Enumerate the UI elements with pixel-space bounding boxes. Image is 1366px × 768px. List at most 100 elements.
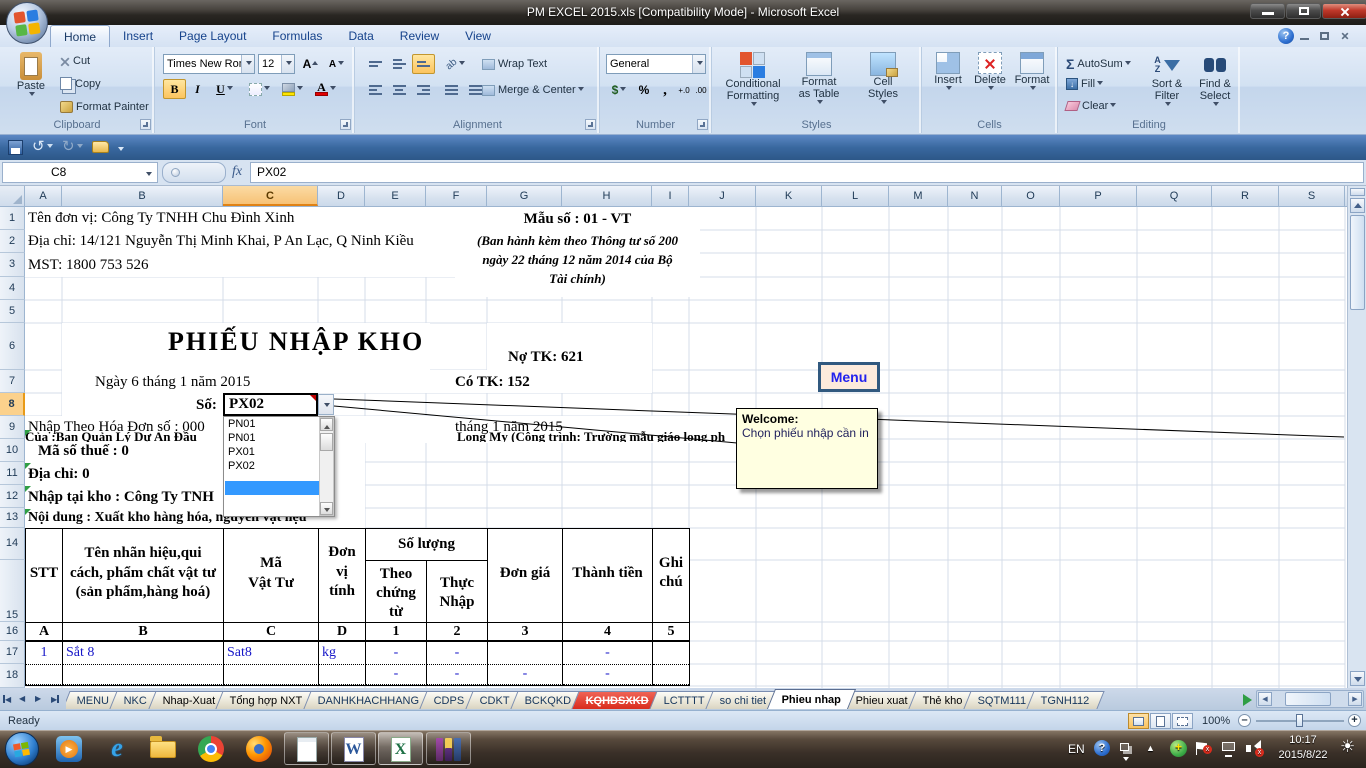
column-header-g[interactable]: G xyxy=(487,186,562,206)
row-header-13[interactable]: 13 xyxy=(0,508,25,528)
row-header-3[interactable]: 3 xyxy=(0,253,25,277)
menu-button[interactable]: Menu xyxy=(818,362,880,392)
cell-styles-button[interactable]: Cell Styles xyxy=(852,52,914,107)
column-header-c[interactable]: C xyxy=(223,186,318,206)
network-tray-icon[interactable] xyxy=(1222,740,1235,757)
show-hidden-icons-button[interactable]: ▲ xyxy=(1146,743,1155,753)
font-name-combo[interactable]: Times New Rom xyxy=(163,54,255,74)
align-left-button[interactable] xyxy=(364,80,387,100)
decrease-decimal-button[interactable]: .00 xyxy=(693,80,709,100)
zoom-in-button[interactable]: + xyxy=(1348,714,1361,727)
tab-insert[interactable]: Insert xyxy=(110,25,166,47)
font-size-combo[interactable]: 12 xyxy=(258,54,295,74)
redo-button[interactable]: ↻ xyxy=(62,137,83,155)
view-page-break-button[interactable] xyxy=(1172,713,1193,729)
table-cell-stt[interactable] xyxy=(26,665,63,685)
orientation-button[interactable]: ab xyxy=(440,54,471,74)
horizontal-scrollbar[interactable]: ◀ ▶ xyxy=(1256,690,1364,708)
scroll-left-button[interactable]: ◀ xyxy=(1258,692,1272,706)
scroll-up-button[interactable] xyxy=(1350,198,1365,213)
format-as-table-button[interactable]: Format as Table xyxy=(788,52,850,107)
row-header-11[interactable]: 11 xyxy=(0,462,25,485)
table-cell-amount[interactable]: - xyxy=(563,642,653,665)
row-header-18[interactable]: 18 xyxy=(0,664,25,688)
table-cell-stt[interactable]: 1 xyxy=(26,642,63,665)
antivirus-tray-icon[interactable]: + xyxy=(1170,740,1187,757)
split-handle[interactable] xyxy=(1350,188,1365,196)
dropdown-item[interactable]: PN01 xyxy=(224,431,334,445)
dropdown-item[interactable]: PX01 xyxy=(224,445,334,459)
format-cells-button[interactable]: Format xyxy=(1012,52,1052,93)
tab-view[interactable]: View xyxy=(452,25,504,47)
row-header-10[interactable]: 10 xyxy=(0,439,25,462)
action-center-tray-icon[interactable]: x xyxy=(1196,739,1207,753)
column-header-a[interactable]: A xyxy=(25,186,62,206)
view-page-layout-button[interactable] xyxy=(1150,713,1171,729)
taskbar-wmp-button[interactable]: ▶ xyxy=(56,736,82,762)
table-cell-qty-doc[interactable]: - xyxy=(366,665,427,685)
grow-font-button[interactable]: A xyxy=(298,54,323,74)
tab-home[interactable]: Home xyxy=(50,25,110,47)
column-header-o[interactable]: O xyxy=(1002,186,1060,206)
workbook-restore-button[interactable] xyxy=(1320,30,1336,42)
underline-button[interactable]: U xyxy=(209,79,240,99)
workbook-minimize-button[interactable] xyxy=(1300,30,1316,42)
cell-dropdown-button[interactable] xyxy=(318,394,334,415)
column-header-k[interactable]: K xyxy=(756,186,822,206)
autosum-button[interactable]: ΣAutoSum xyxy=(1066,56,1131,72)
font-dialog-launcher[interactable] xyxy=(340,119,351,130)
column-header-m[interactable]: M xyxy=(889,186,948,206)
formula-input[interactable]: PX02 xyxy=(250,162,1364,183)
next-sheet-button[interactable]: ▶ xyxy=(35,692,48,706)
format-painter-button[interactable]: Format Painter xyxy=(60,101,149,113)
clipboard-dialog-launcher[interactable] xyxy=(140,119,151,130)
scroll-right-button[interactable]: ▶ xyxy=(1348,692,1362,706)
dropdown-item[interactable]: PX02 xyxy=(224,459,334,473)
sheet-tab-tgnh112[interactable]: TGNH112 xyxy=(1027,691,1105,709)
clock[interactable]: 10:172015/8/22 xyxy=(1272,733,1334,763)
percent-style-button[interactable]: % xyxy=(633,80,655,100)
tab-review[interactable]: Review xyxy=(387,25,452,47)
view-normal-button[interactable] xyxy=(1128,713,1149,729)
column-header-q[interactable]: Q xyxy=(1137,186,1212,206)
taskbar-winrar-button[interactable] xyxy=(426,732,471,765)
row-header-12[interactable]: 12 xyxy=(0,485,25,508)
row-header-7[interactable]: 7 xyxy=(0,370,25,393)
table-cell-name[interactable]: Sắt 8 xyxy=(63,642,224,665)
close-button[interactable] xyxy=(1322,3,1366,19)
align-bottom-button[interactable] xyxy=(412,54,435,74)
accounting-format-button[interactable]: $ xyxy=(606,80,632,100)
zoom-out-button[interactable]: – xyxy=(1238,714,1251,727)
scroll-thumb[interactable] xyxy=(1350,215,1365,310)
sort-filter-button[interactable]: AZ Sort & Filter xyxy=(1144,52,1190,109)
open-button[interactable] xyxy=(92,141,109,153)
table-cell-unit[interactable]: kg xyxy=(319,642,366,665)
worksheet[interactable]: 1 2 3 4 5 6 7 8 9 10 11 12 13 14 15 16 1… xyxy=(0,207,1347,688)
scroll-down-button[interactable] xyxy=(1350,671,1365,686)
office-button[interactable] xyxy=(6,2,48,44)
wrap-text-button[interactable]: Wrap Text xyxy=(482,58,547,70)
row-header-8[interactable]: 8 xyxy=(0,393,25,416)
row-header-16[interactable]: 16 xyxy=(0,622,25,641)
dropdown-selected-blank-item[interactable] xyxy=(225,481,319,495)
copy-button[interactable]: Copy xyxy=(60,77,101,90)
zoom-level[interactable]: 100% xyxy=(1202,715,1230,727)
column-header-d[interactable]: D xyxy=(318,186,365,206)
taskbar-firefox-button[interactable] xyxy=(246,736,272,762)
undo-button[interactable]: ↺ xyxy=(32,137,53,155)
table-cell-amount[interactable]: - xyxy=(563,665,653,685)
column-header-p[interactable]: P xyxy=(1060,186,1137,206)
table-cell-note[interactable] xyxy=(653,642,689,665)
active-cell-c8[interactable]: PX02 xyxy=(223,393,318,416)
dropdown-scrollbar[interactable] xyxy=(319,417,334,516)
table-cell-code[interactable]: Sat8 xyxy=(224,642,319,665)
conditional-formatting-button[interactable]: Conditional Formatting xyxy=(720,52,786,109)
number-format-combo[interactable]: General xyxy=(606,54,706,74)
comma-style-button[interactable]: , xyxy=(656,80,674,100)
bold-button[interactable]: B xyxy=(163,79,186,99)
taskbar-chrome-button[interactable] xyxy=(198,736,224,762)
tab-page-layout[interactable]: Page Layout xyxy=(166,25,259,47)
row-header-15[interactable]: 15 xyxy=(0,560,25,622)
align-top-button[interactable] xyxy=(364,54,387,74)
row-header-5[interactable]: 5 xyxy=(0,300,25,323)
